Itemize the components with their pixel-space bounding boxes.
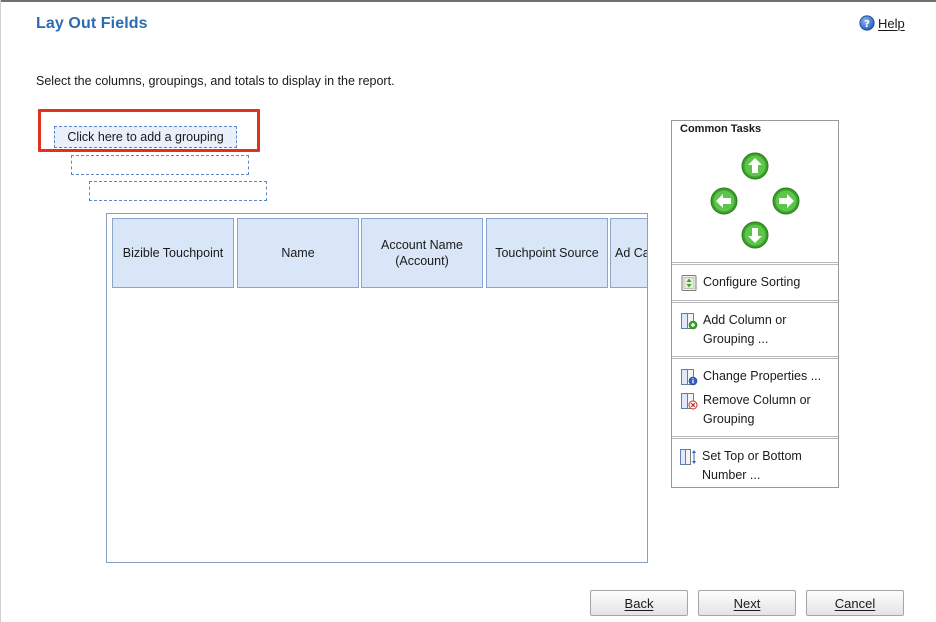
left-border (0, 0, 1, 622)
svg-text:?: ? (864, 19, 870, 30)
common-tasks-title: Common Tasks (680, 123, 762, 135)
help-link[interactable]: ? Help (859, 15, 905, 31)
column-header-name[interactable]: Name (237, 218, 359, 288)
top-border (0, 0, 936, 2)
change-properties-link[interactable]: Change Properties ... (680, 367, 821, 386)
grouping-slot-level-2[interactable] (71, 155, 249, 175)
column-header-ad-campaign[interactable]: Ad Ca (610, 218, 647, 288)
column-header-bizible-touchpoint[interactable]: Bizible Touchpoint (112, 218, 234, 288)
up-arrow-icon[interactable] (741, 152, 769, 180)
down-arrow-icon[interactable] (741, 221, 769, 249)
left-arrow-icon[interactable] (710, 187, 738, 215)
configure-sorting-link[interactable]: Configure Sorting (680, 273, 800, 292)
task-separator (672, 262, 838, 265)
help-label: Help (878, 15, 905, 31)
instructions-text: Select the columns, groupings, and total… (36, 74, 395, 88)
page-title: Lay Out Fields (36, 15, 148, 32)
add-column-or-grouping-link[interactable]: Add Column or Grouping ... (680, 311, 786, 349)
next-button[interactable]: Next (698, 590, 796, 616)
task-separator (672, 356, 838, 359)
task-separator (672, 300, 838, 303)
right-arrow-icon[interactable] (772, 187, 800, 215)
common-tasks-panel: Common Tasks Configure Sorting Add Colum… (671, 120, 839, 488)
grouping-slot-level-3[interactable] (89, 181, 267, 201)
set-top-or-bottom-number-link[interactable]: Set Top or Bottom Number ... (679, 447, 802, 485)
report-preview-table: Bizible Touchpoint Name Account Name (Ac… (106, 213, 648, 563)
remove-column-icon (681, 393, 698, 410)
properties-icon (681, 369, 698, 386)
help-icon: ? (859, 15, 875, 31)
cancel-button[interactable]: Cancel (806, 590, 904, 616)
column-header-account-name[interactable]: Account Name (Account) (361, 218, 483, 288)
add-column-icon (681, 313, 698, 330)
remove-column-or-grouping-link[interactable]: Remove Column or Grouping (680, 391, 811, 429)
task-separator (672, 436, 838, 439)
add-grouping-slot[interactable]: Click here to add a grouping (54, 126, 237, 148)
back-button[interactable]: Back (590, 590, 688, 616)
column-header-touchpoint-source[interactable]: Touchpoint Source (486, 218, 608, 288)
sort-icon (681, 275, 697, 291)
top-bottom-icon (680, 449, 696, 465)
